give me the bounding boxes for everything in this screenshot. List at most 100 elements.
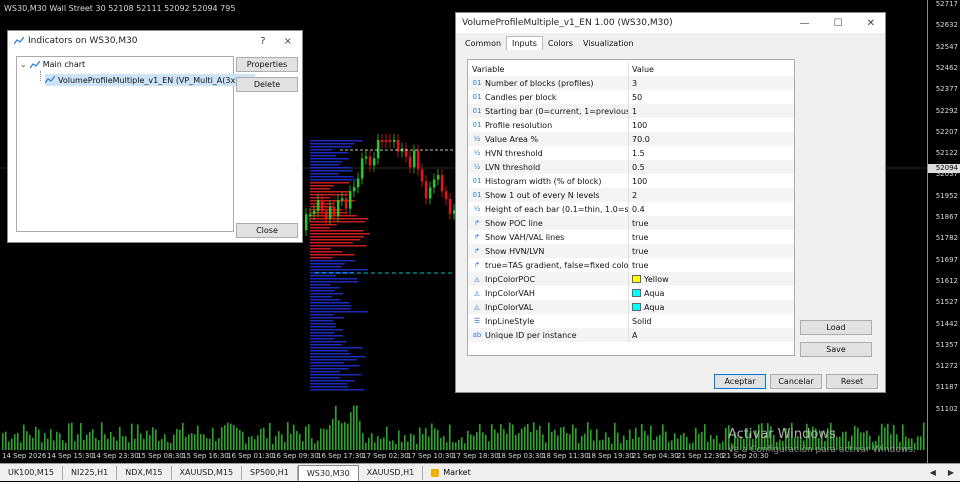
close-icon[interactable]: ×	[284, 36, 292, 47]
grid-row[interactable]: ½ Value Area % 70.0	[468, 132, 794, 146]
cancel-button[interactable]: Cancelar	[770, 374, 822, 389]
tab-xauusd-h1[interactable]: XAUUSD,H1	[359, 465, 424, 480]
value-cell[interactable]: 100	[629, 121, 647, 130]
volume-bar	[719, 443, 721, 450]
grid-row[interactable]: 01 Histogram width (% of block) 100	[468, 174, 794, 188]
grid-row[interactable]: ◬ InpColorVAL Aqua	[468, 300, 794, 314]
volume-bar	[566, 432, 568, 450]
variable-cell: 01 Histogram width (% of block)	[468, 174, 629, 188]
value-cell[interactable]: 50	[629, 93, 642, 102]
tab-sp500[interactable]: SP500,H1	[242, 465, 298, 480]
value-cell[interactable]: 0.5	[629, 163, 645, 172]
volume-bar	[113, 436, 115, 450]
tab-colors[interactable]: Colors	[543, 37, 578, 50]
color-swatch[interactable]	[632, 303, 641, 311]
volume-bar	[242, 431, 244, 450]
chevron-down-icon[interactable]: ⌄	[20, 60, 27, 69]
volume-bar	[632, 438, 634, 450]
value-cell[interactable]: 0.4	[629, 205, 645, 214]
grid-row[interactable]: ◬ InpColorPOC Yellow	[468, 272, 794, 286]
tab-inputs[interactable]: Inputs	[506, 36, 543, 50]
grid-row[interactable]: ↱ Show POC line true	[468, 216, 794, 230]
candle-body	[313, 210, 316, 215]
load-button[interactable]: Load	[800, 320, 872, 335]
tab-visualization[interactable]: Visualization	[578, 37, 639, 50]
profile-bar	[310, 359, 357, 361]
help-icon[interactable]: ?	[260, 36, 265, 47]
volume-bar	[419, 427, 421, 450]
tab-xauusd-m15[interactable]: XAUUSD,M15	[172, 465, 243, 480]
value-cell[interactable]: 1	[629, 107, 637, 116]
grid-row[interactable]: 01 Candles per block 50	[468, 90, 794, 104]
grid-row[interactable]: ½ HVN threshold 1.5	[468, 146, 794, 160]
profile-bar	[310, 335, 344, 337]
grid-row[interactable]: ab Unique ID per instance A	[468, 328, 794, 342]
indicators-dialog-titlebar[interactable]: Indicators on WS30,M30 ? ×	[8, 31, 302, 51]
grid-row[interactable]: ◬ InpColorVAH Aqua	[468, 286, 794, 300]
settings-titlebar[interactable]: VolumeProfileMultiple_v1_EN 1.00 (WS30,M…	[456, 13, 885, 33]
price-axis[interactable]: 52717 52632 52547 52462 52377 52292 52207 52122…	[927, 0, 960, 463]
close-icon[interactable]: ✕	[867, 18, 875, 29]
price-tick: 51782	[935, 234, 958, 243]
save-button[interactable]: Save	[800, 342, 872, 357]
grid-row[interactable]: 01 Number of blocks (profiles) 3	[468, 76, 794, 90]
value-cell[interactable]: Yellow	[629, 275, 669, 284]
value-cell[interactable]: Aqua	[629, 303, 664, 312]
tab-ndx[interactable]: NDX,M15	[117, 465, 172, 480]
value-cell[interactable]: true	[629, 233, 648, 242]
value-cell[interactable]: Solid	[629, 317, 652, 326]
properties-button[interactable]: Properties	[236, 57, 298, 72]
volume-bar	[293, 424, 295, 450]
tab-common[interactable]: Common	[460, 37, 506, 50]
grid-row[interactable]: 01 Starting bar (0=current, 1=previous...…	[468, 104, 794, 118]
param-type-icon: 01	[472, 177, 482, 185]
delete-button[interactable]: Delete	[236, 77, 298, 92]
profile-bar	[310, 254, 355, 256]
value-cell[interactable]: 100	[629, 177, 647, 186]
grid-row[interactable]: ↱ Show VAH/VAL lines true	[468, 230, 794, 244]
grid-row[interactable]: 01 Profile resolution 100	[468, 118, 794, 132]
tree-item-indicator[interactable]: VolumeProfileMultiple_v1_EN (VP_Multi_A(…	[45, 74, 255, 86]
maximize-icon[interactable]: ☐	[834, 18, 843, 29]
grid-row[interactable]: ½ LVN threshold 0.5	[468, 160, 794, 174]
volume-bar	[179, 429, 181, 450]
price-tick: 51952	[935, 191, 958, 200]
volume-bar	[383, 437, 385, 450]
grid-row[interactable]: ↱ true=TAS gradient, false=fixed colors tr…	[468, 258, 794, 272]
volume-bar	[644, 430, 646, 450]
value-cell[interactable]: A	[629, 331, 637, 340]
grid-row[interactable]: ☰ InpLineStyle Solid	[468, 314, 794, 328]
value-cell[interactable]: 2	[629, 191, 637, 200]
value-cell[interactable]: 3	[629, 79, 637, 88]
tree-node-main-chart[interactable]: ⌄ Main chart	[20, 60, 85, 69]
value-cell[interactable]: 70.0	[629, 135, 650, 144]
tab-ws30[interactable]: WS30,M30	[297, 464, 359, 481]
market-tab[interactable]: Market	[423, 468, 471, 477]
tabs-scroll-right-icon[interactable]: ▶	[942, 468, 960, 477]
value-cell[interactable]: Aqua	[629, 289, 664, 298]
color-swatch[interactable]	[632, 289, 641, 297]
accept-button[interactable]: Aceptar	[714, 374, 766, 389]
variable-cell: ↱ Show POC line	[468, 216, 629, 230]
volume-bar	[32, 437, 34, 450]
color-swatch[interactable]	[632, 275, 641, 283]
variable-value: 70.0	[632, 134, 650, 144]
minimize-icon[interactable]: —	[800, 18, 810, 29]
value-cell[interactable]: true	[629, 219, 648, 228]
grid-row[interactable]: ↱ Show HVN/LVN true	[468, 244, 794, 258]
value-cell[interactable]: true	[629, 247, 648, 256]
time-tick: 16 Sep 09:30	[272, 452, 319, 460]
reset-button[interactable]: Reset	[826, 374, 878, 389]
tab-ni225[interactable]: NI225,H1	[63, 465, 118, 480]
settings-dialog-title: VolumeProfileMultiple_v1_EN 1.00 (WS30,M…	[462, 18, 673, 28]
tabs-scroll-left-icon[interactable]: ◀	[924, 468, 942, 477]
value-cell[interactable]: true	[629, 261, 648, 270]
value-cell[interactable]: 1.5	[629, 149, 645, 158]
volume-bar	[176, 429, 178, 450]
grid-row[interactable]: ½ Height of each bar (0.1=thin, 1.0=solid…	[468, 202, 794, 216]
grid-row[interactable]: 01 Show 1 out of every N levels 2	[468, 188, 794, 202]
variable-cell: ½ HVN threshold	[468, 146, 629, 160]
tab-uk100[interactable]: UK100,M15	[0, 465, 63, 480]
variable-cell: ab Unique ID per instance	[468, 328, 629, 342]
close-button[interactable]: Close	[236, 223, 298, 238]
